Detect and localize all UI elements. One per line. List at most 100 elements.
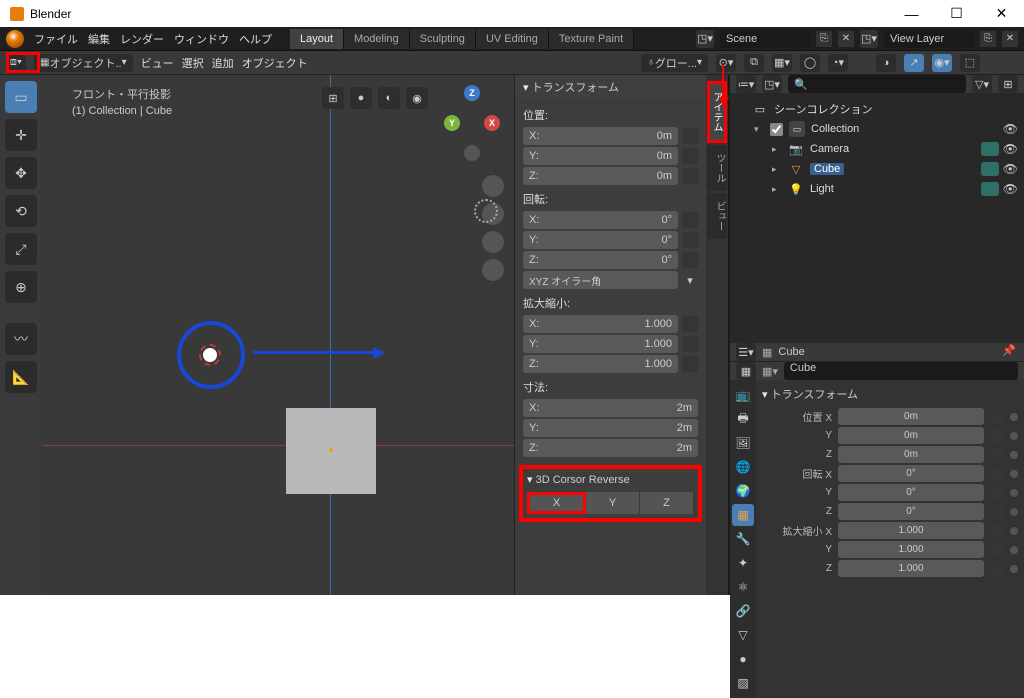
zoom-icon[interactable]: [482, 175, 504, 197]
layer-browse-icon[interactable]: ◳▾: [860, 30, 878, 48]
lock-icon[interactable]: [990, 562, 1004, 576]
object-name-input[interactable]: Cube: [784, 362, 1018, 380]
tab-uv[interactable]: UV Editing: [476, 29, 549, 49]
close-button[interactable]: ✕: [979, 0, 1024, 27]
eye-icon[interactable]: 👁: [1003, 182, 1018, 196]
lock-icon[interactable]: [990, 410, 1004, 424]
ptab-material[interactable]: ●: [732, 648, 754, 670]
keyframe-dot-icon[interactable]: [1010, 527, 1018, 535]
loc-z-field[interactable]: Z:0m: [523, 167, 678, 185]
eye-icon[interactable]: 👁: [1003, 142, 1018, 156]
layer-delete-icon[interactable]: ✕: [1002, 31, 1018, 47]
shading-render-icon[interactable]: ◉: [406, 87, 428, 109]
tool-cursor[interactable]: ✛: [5, 119, 37, 151]
gizmo-y[interactable]: Y: [444, 115, 460, 131]
prop-rot-x[interactable]: 0°: [838, 465, 984, 482]
ptab-modifiers[interactable]: 🔧: [732, 528, 754, 550]
scene-browse-icon[interactable]: ◳▾: [696, 30, 714, 48]
lock-icon[interactable]: [990, 543, 1004, 557]
orientation-dropdown[interactable]: ♁ グロー... ▾: [641, 54, 708, 72]
xray-icon[interactable]: ⬚: [960, 54, 980, 72]
lock-icon[interactable]: [682, 148, 698, 164]
mode-dropdown[interactable]: ▦ オブジェクト.. ▾: [34, 54, 133, 72]
cursor-rev-y-button[interactable]: Y: [586, 492, 640, 514]
minimize-button[interactable]: —: [889, 0, 934, 27]
keyframe-dot-icon[interactable]: [1010, 489, 1018, 497]
gizmo-x[interactable]: X: [484, 115, 500, 131]
vtab-tool[interactable]: ツール: [707, 145, 727, 191]
shading-matprev-icon[interactable]: ◐: [378, 87, 400, 109]
cursor-rev-z-button[interactable]: Z: [640, 492, 694, 514]
outliner-camera[interactable]: Camera: [810, 143, 849, 155]
gizmo-toggle-icon[interactable]: ↗: [904, 54, 924, 72]
editor-type-icon[interactable]: ⧈▾: [6, 54, 26, 72]
menu-help[interactable]: ヘルプ: [239, 31, 272, 47]
lock-icon[interactable]: [682, 336, 698, 352]
tool-rotate[interactable]: ⟲: [5, 195, 37, 227]
prop-rot-z[interactable]: 0°: [838, 503, 984, 520]
prop-scl-y[interactable]: 1.000: [838, 541, 984, 558]
hdr-add[interactable]: 追加: [212, 55, 234, 71]
lock-icon[interactable]: [682, 252, 698, 268]
outliner-cube[interactable]: Cube: [810, 163, 844, 175]
blender-icon[interactable]: [6, 30, 24, 48]
camera-view-icon[interactable]: [482, 231, 504, 253]
keyframe-dot-icon[interactable]: [1010, 432, 1018, 440]
pin-icon[interactable]: 📌: [1002, 344, 1018, 360]
props-breadcrumb[interactable]: Cube: [778, 346, 804, 358]
scl-z-field[interactable]: Z:1.000: [523, 355, 678, 373]
tool-transform[interactable]: ⊕: [5, 271, 37, 303]
outliner-filter-icon[interactable]: ▽▾: [972, 75, 992, 93]
snap-target-icon[interactable]: ▦▾: [772, 54, 792, 72]
lock-icon[interactable]: [990, 429, 1004, 443]
prop-scl-x[interactable]: 1.000: [838, 522, 984, 539]
vtab-view[interactable]: ビュー: [707, 193, 727, 239]
props-editor-icon[interactable]: ☰▾: [736, 343, 756, 361]
tab-layout[interactable]: Layout: [290, 29, 344, 49]
overlay-toggle-icon[interactable]: ◑: [876, 54, 896, 72]
cursor-rev-x-button[interactable]: X: [527, 492, 586, 514]
lock-icon[interactable]: [990, 524, 1004, 538]
ptab-object[interactable]: ▦: [732, 504, 754, 526]
keyframe-dot-icon[interactable]: [1010, 413, 1018, 421]
tool-select[interactable]: ▭: [5, 81, 37, 113]
pivot-icon[interactable]: ⊙▾: [716, 54, 736, 72]
ptab-output[interactable]: 🖶: [732, 408, 754, 430]
props-transform-header[interactable]: ▾ トランスフォーム: [762, 386, 1018, 402]
rot-z-field[interactable]: Z:0°: [523, 251, 678, 269]
gizmo-z[interactable]: Z: [464, 85, 480, 101]
menu-render[interactable]: レンダー: [120, 31, 164, 47]
ptab-viewlayer[interactable]: 🖼: [732, 432, 754, 454]
rot-x-field[interactable]: X:0°: [523, 211, 678, 229]
snap-icon[interactable]: ⧉: [744, 54, 764, 72]
gizmo-z-neg[interactable]: [464, 145, 480, 161]
ptab-constraints[interactable]: 🔗: [732, 600, 754, 622]
lock-icon[interactable]: [682, 168, 698, 184]
rot-y-field[interactable]: Y:0°: [523, 231, 678, 249]
shading-wire-icon[interactable]: ⊞: [322, 87, 344, 109]
menu-file[interactable]: ファイル: [34, 31, 78, 47]
keyframe-dot-icon[interactable]: [1010, 546, 1018, 554]
tool-annotate[interactable]: 〰: [5, 323, 37, 355]
mesh-data-icon[interactable]: [981, 162, 999, 176]
prop-loc-z[interactable]: 0m: [838, 446, 984, 463]
panel-transform-header[interactable]: ▾ トランスフォーム: [515, 75, 706, 99]
hdr-select[interactable]: 選択: [182, 55, 204, 71]
ptab-texture[interactable]: ▨: [732, 672, 754, 694]
maximize-button[interactable]: ☐: [934, 0, 979, 27]
tab-sculpting[interactable]: Sculpting: [410, 29, 476, 49]
keyframe-dot-icon[interactable]: [1010, 508, 1018, 516]
ptab-world[interactable]: 🌍: [732, 480, 754, 502]
lock-icon[interactable]: [682, 232, 698, 248]
vtab-item[interactable]: アイテム: [707, 81, 727, 143]
menu-window[interactable]: ウィンドウ: [174, 31, 229, 47]
layer-new-icon[interactable]: ⎘: [980, 31, 996, 47]
tab-modeling[interactable]: Modeling: [344, 29, 410, 49]
tool-measure[interactable]: 📐: [5, 361, 37, 393]
ptab-render[interactable]: 📺: [732, 384, 754, 406]
outliner[interactable]: ▭シーンコレクション ▾▭Collection👁 ▸📷Camera👁 ▸▽Cub…: [730, 93, 1024, 343]
prop-rot-y[interactable]: 0°: [838, 484, 984, 501]
scene-name-input[interactable]: [720, 30, 810, 48]
collection-checkbox[interactable]: [770, 123, 783, 136]
persp-ortho-icon[interactable]: [482, 259, 504, 281]
